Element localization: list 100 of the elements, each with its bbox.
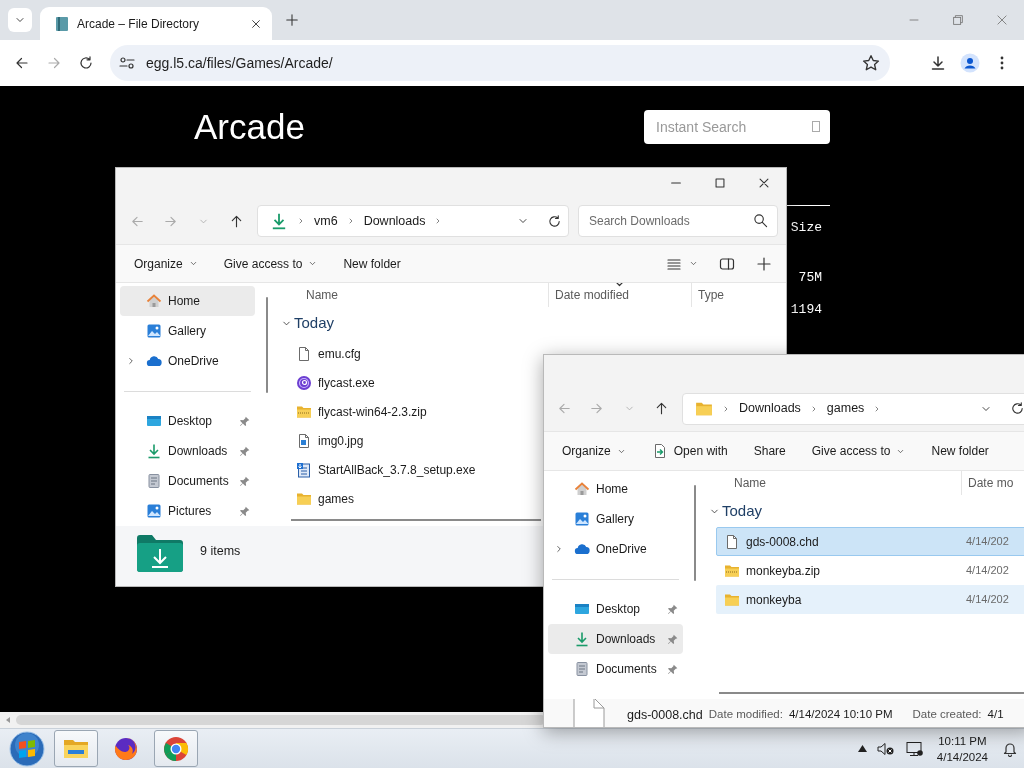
show-hidden-icons-icon[interactable] [857, 745, 867, 752]
restore-icon[interactable] [951, 13, 965, 27]
browser-icon [162, 734, 190, 763]
forward-icon [589, 401, 605, 416]
nav-item[interactable]: OneDrive [548, 534, 683, 564]
speaker-muted-icon[interactable] [876, 740, 895, 757]
search-icon [753, 213, 768, 228]
chevron-right-icon [722, 404, 730, 413]
home-icon [574, 481, 590, 497]
file-icon [724, 533, 740, 550]
taskbar-button[interactable] [54, 730, 98, 767]
nav-item[interactable]: Downloads [548, 624, 683, 654]
nav-item[interactable]: Pictures [120, 496, 255, 526]
pin-icon [238, 414, 251, 428]
file-row[interactable]: img0.jpg [288, 426, 538, 455]
breadcrumb[interactable]: vm6 [314, 211, 338, 231]
download-icon [270, 212, 288, 230]
scrollbar-thumb[interactable] [16, 715, 546, 725]
column-header[interactable]: Date modified [548, 283, 691, 307]
file-row[interactable]: monkeyba 4/14/202 [716, 585, 1024, 614]
breadcrumb[interactable]: Downloads [739, 399, 801, 418]
panel-icon [718, 255, 736, 272]
detail-label: Date created: [912, 707, 982, 723]
file-name: flycast-win64-2.3.zip [318, 403, 427, 421]
swirl-icon [296, 374, 312, 391]
back-icon [14, 55, 30, 71]
address-bar[interactable]: Downloads games [682, 392, 1024, 425]
nav-item[interactable]: Desktop [120, 406, 255, 436]
refresh-icon[interactable] [547, 213, 562, 229]
address-bar[interactable]: vm6 Downloads [257, 205, 569, 237]
toolbar-button[interactable]: New folder [921, 436, 999, 466]
desktop-icon [574, 601, 590, 617]
close-icon[interactable] [757, 176, 771, 190]
scrollbar[interactable] [719, 691, 1024, 694]
nav-item[interactable]: Home [548, 474, 683, 504]
chevron-right-icon [297, 217, 305, 225]
gallery-icon [574, 511, 590, 527]
column-header[interactable]: Date mo [961, 471, 1024, 495]
download-icon [930, 55, 946, 71]
maximize-icon[interactable] [713, 176, 727, 190]
file-row[interactable]: flycast.exe [288, 368, 538, 397]
scrollbar[interactable] [694, 485, 696, 581]
file-row[interactable]: flycast-win64-2.3.zip [288, 397, 538, 426]
pin-icon [666, 632, 679, 646]
clock[interactable]: 10:11 PM 4/14/2024 [932, 732, 992, 765]
star-icon[interactable] [862, 54, 880, 72]
nav-item[interactable]: Home [120, 286, 255, 316]
desktop-icon [146, 413, 162, 429]
file-row[interactable]: emu.cfg [288, 339, 538, 368]
breadcrumb[interactable]: games [826, 399, 865, 418]
scroll-left-icon[interactable] [4, 716, 12, 724]
file-row[interactable]: gds-0008.chd 4/14/202 [716, 527, 1024, 556]
nav-item[interactable]: Desktop [548, 594, 683, 624]
nav-item[interactable]: Downloads [120, 436, 255, 466]
browser-tab[interactable]: Arcade – File Directory [40, 7, 272, 40]
file-icon [296, 345, 312, 362]
document-icon [146, 473, 162, 489]
search-field[interactable]: Search Downloads [578, 205, 778, 237]
nav-item[interactable]: Gallery [548, 504, 683, 534]
file-row[interactable]: StartAllBack_3.7.8_setup.exe [288, 455, 538, 484]
toolbar-button[interactable]: Give access to [213, 248, 328, 279]
refresh-icon[interactable] [1010, 401, 1024, 416]
scrollbar[interactable] [291, 518, 541, 521]
size-cell-text: 75M [798, 269, 822, 288]
site-settings-icon[interactable] [118, 55, 136, 71]
detail-value: 4/1 [987, 707, 1004, 723]
caret-icon [689, 259, 698, 268]
expand-icon[interactable] [554, 544, 564, 554]
toolbar-button[interactable]: Give access to [801, 436, 916, 466]
toolbar-button[interactable]: Share [743, 436, 796, 466]
column-header[interactable]: Type [691, 283, 786, 307]
detail-value: 4/14/2024 10:10 PM [788, 707, 893, 723]
file-row[interactable]: games [288, 484, 538, 513]
taskbar-button[interactable] [154, 730, 198, 767]
file-row[interactable]: monkeyba.zip 4/14/202 [716, 556, 1024, 585]
toolbar-button[interactable]: Organize [552, 436, 636, 466]
network-icon[interactable] [904, 740, 923, 757]
new-button[interactable] [756, 255, 772, 272]
group-header: Today [722, 500, 763, 521]
nav-item[interactable]: Documents [120, 466, 255, 496]
pin-icon [238, 474, 251, 488]
nav-item[interactable]: Gallery [120, 316, 255, 346]
toolbar-button[interactable]: Organize [124, 248, 208, 279]
nav-item[interactable]: OneDrive [120, 346, 255, 376]
scrollbar[interactable] [266, 297, 268, 393]
start-button[interactable] [6, 729, 48, 768]
toolbar-button[interactable]: New folder [333, 248, 411, 279]
search-field[interactable]: Instant Search [644, 110, 830, 144]
column-header[interactable]: Name [699, 471, 961, 495]
nav-item[interactable]: Documents [548, 654, 683, 684]
tab-list-button[interactable] [8, 8, 32, 32]
notification-icon[interactable] [1002, 740, 1018, 757]
breadcrumb[interactable]: Downloads [363, 211, 426, 231]
pictures-icon [146, 503, 162, 519]
address-bar[interactable]: egg.l5.ca/files/Games/Arcade/ [110, 45, 890, 81]
toolbar-button[interactable]: Open with [641, 436, 738, 466]
plus-icon [285, 13, 299, 27]
column-header[interactable]: Name [271, 283, 548, 307]
details-pane-button[interactable] [718, 255, 736, 272]
expand-icon[interactable] [126, 356, 136, 366]
